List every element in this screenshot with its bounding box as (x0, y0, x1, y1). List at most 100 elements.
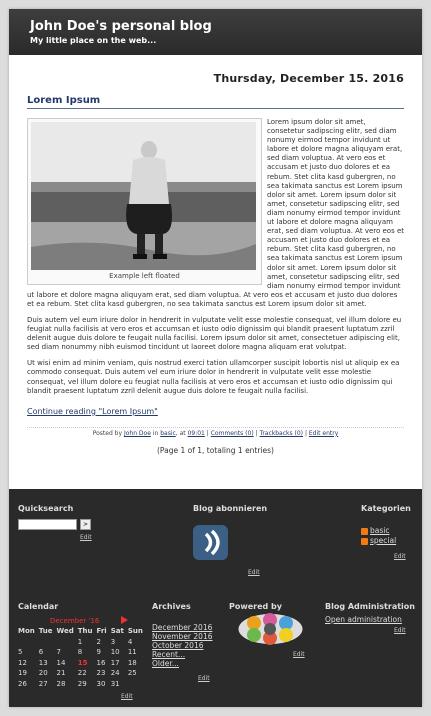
meta-category-link[interactable]: basic (160, 430, 176, 437)
blog-admin-edit-link[interactable]: Edit (394, 627, 406, 634)
rss-icon[interactable] (361, 537, 368, 545)
entry-body: Example left floated Lorem ipsum dolor s… (27, 118, 404, 396)
categories-edit-link[interactable]: Edit (394, 553, 406, 560)
calendar-day: 8 (77, 648, 83, 657)
calendar-day: 5 (18, 648, 23, 657)
powered-by-edit-link[interactable]: Edit (293, 651, 305, 658)
calendar-day: 25 (127, 669, 137, 678)
calendar-grid: Mon Tue Wed Thu Fri Sat Sun 1 2 3 4 5 6 … (16, 626, 145, 689)
category-basic[interactable]: basic (361, 526, 389, 535)
calendar-day: 31 (110, 679, 120, 688)
meta-edit-link[interactable]: Edit entry (309, 430, 338, 437)
calendar-day: 24 (110, 669, 120, 678)
powered-by-title: Powered by (229, 602, 282, 611)
archives-title: Archives (152, 602, 191, 611)
calendar-day: 23 (96, 669, 106, 678)
archive-link[interactable]: November 2016 (152, 632, 213, 641)
calendar-day (126, 679, 145, 690)
calendar-day: 9 (96, 648, 101, 657)
entry-photo[interactable] (31, 122, 256, 270)
calendar-day (16, 637, 37, 648)
podcast-subscribe-icon[interactable] (193, 525, 228, 560)
calendar-day: 28 (56, 679, 66, 688)
meta-time-link[interactable]: 09:01 (188, 430, 205, 437)
rss-icon[interactable] (361, 527, 368, 535)
calendar-header-row: Mon Tue Wed Thu Fri Sat Sun (16, 626, 145, 637)
calendar-day: 18 (127, 658, 137, 667)
calendar-day: 10 (110, 648, 120, 657)
calendar-day: 21 (56, 669, 66, 678)
calendar-day-header: Wed (56, 627, 74, 636)
subscribe-feed-icon (204, 529, 220, 556)
calendar-day-header: Tue (38, 627, 53, 636)
figure-caption: Example left floated (109, 272, 180, 280)
calendar-day-header: Sat (110, 627, 124, 636)
calendar-day: 11 (127, 648, 137, 657)
calendar-day-header: Thu (77, 627, 93, 636)
pagination: (Page 1 of 1, totaling 1 entries) (157, 445, 274, 455)
archives-edit-link[interactable]: Edit (198, 675, 210, 682)
calendar-day: 20 (38, 669, 48, 678)
continue-reading-link[interactable]: Continue reading "Lorem Ipsum" (27, 407, 404, 416)
calendar-week-row: 12 13 14 15 16 17 18 (16, 658, 145, 669)
calendar-day: 27 (38, 679, 48, 688)
calendar-day: 3 (110, 637, 116, 646)
calendar-day: 17 (110, 658, 120, 667)
archive-link[interactable]: December 2016 (152, 623, 212, 632)
calendar-day: 6 (38, 648, 44, 657)
serendipity-logo-icon[interactable] (236, 611, 305, 647)
meta-at: at (179, 429, 186, 437)
paragraph-2: Duis autem vel eum iriure dolor in hendr… (27, 315, 402, 352)
calendar-day: 13 (38, 658, 48, 667)
entry-title[interactable]: Lorem Ipsum (27, 95, 404, 109)
meta-trackbacks-link[interactable]: Trackbacks (0) (260, 430, 304, 437)
open-administration-link[interactable]: Open administration (325, 615, 402, 624)
calendar-week-row: 5 6 7 8 9 10 11 (16, 647, 145, 658)
calendar-week-row: 19 20 21 22 23 24 25 (16, 668, 145, 679)
blog-header: John Doe's personal blog My little place… (9, 9, 422, 55)
calendar-day: 29 (77, 679, 87, 688)
photo-illustration (31, 122, 256, 270)
entry-date: Thursday, December 15. 2016 (213, 72, 404, 85)
archive-link[interactable]: Older... (152, 659, 179, 668)
calendar-day-header: Mon (18, 627, 35, 636)
archive-link[interactable]: Recent... (152, 650, 185, 659)
entry-figure: Example left floated (27, 118, 262, 286)
quicksearch-title: Quicksearch (18, 504, 74, 513)
search-button[interactable]: > (80, 519, 91, 530)
calendar-week-row: 26 27 28 29 30 31 (16, 679, 145, 690)
search-input[interactable] (18, 519, 77, 530)
calendar-day-header: Sun (127, 627, 143, 636)
subscribe-edit-link[interactable]: Edit (248, 569, 260, 576)
calendar-next-arrow-icon[interactable] (121, 616, 128, 624)
calendar-day: 7 (56, 648, 61, 657)
calendar-edit-link[interactable]: Edit (121, 693, 133, 700)
blog-admin-title: Blog Administration (325, 602, 415, 611)
calendar-day-today[interactable]: 15 (76, 658, 95, 669)
calendar-month: December '16 (50, 617, 100, 625)
archive-link[interactable]: October 2016 (152, 641, 204, 650)
meta-comments-link[interactable]: Comments (0) (211, 430, 254, 437)
calendar-day: 22 (77, 669, 87, 678)
page-container: John Doe's personal blog My little place… (9, 9, 422, 707)
calendar-day: 4 (127, 637, 133, 646)
calendar-week-row: 1 2 3 4 (16, 637, 145, 648)
calendar-day (55, 637, 76, 648)
footer-sidebar: Quicksearch > Edit Blog abonnieren Edit … (9, 489, 422, 707)
quicksearch-edit-link[interactable]: Edit (80, 534, 92, 541)
calendar-day: 12 (18, 658, 27, 667)
calendar-day: 1 (77, 637, 83, 646)
categories-title: Kategorien (361, 504, 411, 513)
blog-subtitle: My little place on the web... (30, 36, 157, 45)
meta-posted-by: Posted by (92, 429, 123, 437)
calendar-day (37, 637, 55, 648)
calendar-day: 30 (96, 679, 106, 688)
blog-title[interactable]: John Doe's personal blog (30, 19, 422, 35)
calendar-title: Calendar (18, 602, 59, 611)
calendar-day: 16 (96, 658, 106, 667)
calendar-day: 14 (56, 658, 66, 667)
paragraph-3: Ut wisi enim ad minim veniam, quis nostr… (27, 359, 400, 395)
calendar-day-header: Fri (96, 627, 107, 636)
meta-author-link[interactable]: John Doe (124, 430, 151, 437)
category-special[interactable]: special (361, 536, 396, 545)
